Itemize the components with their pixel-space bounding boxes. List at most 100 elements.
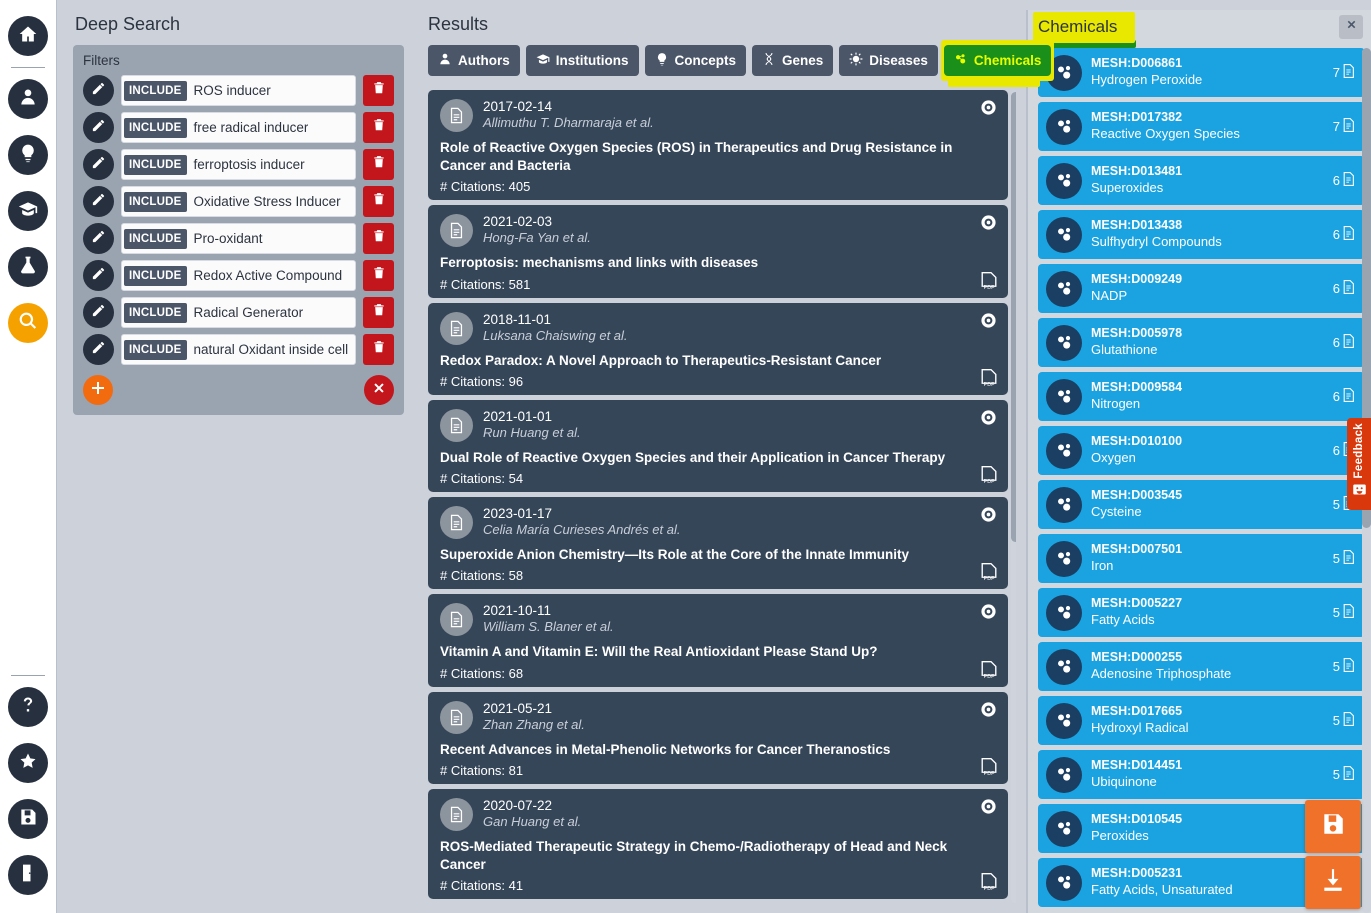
filter-mode-badge[interactable]: INCLUDE xyxy=(124,302,187,323)
filter-mode-badge[interactable]: INCLUDE xyxy=(124,154,187,175)
svg-text:PDF: PDF xyxy=(984,886,996,892)
filter-input[interactable]: INCLUDE Oxidative Stress Inducer xyxy=(121,186,356,217)
filter-input[interactable]: INCLUDE free radical inducer xyxy=(121,112,356,143)
tab-authors[interactable]: Authors xyxy=(428,45,520,76)
chemical-item[interactable]: MESH:D009249 NADP 6 xyxy=(1038,264,1365,313)
pdf-icon[interactable]: PDF xyxy=(980,271,998,291)
edit-filter-button[interactable] xyxy=(83,334,114,365)
preview-icon[interactable] xyxy=(980,798,997,815)
pdf-icon[interactable]: PDF xyxy=(980,660,998,680)
chemical-doc-count: 5 xyxy=(1333,550,1355,567)
edit-filter-button[interactable] xyxy=(83,149,114,180)
chemical-item[interactable]: MESH:D005227 Fatty Acids 5 xyxy=(1038,588,1365,637)
chemical-item[interactable]: MESH:D009584 Nitrogen 6 xyxy=(1038,372,1365,421)
experiments-button[interactable] xyxy=(8,247,48,287)
chemical-item[interactable]: MESH:D010100 Oxygen 6 xyxy=(1038,426,1365,475)
filter-mode-badge[interactable]: INCLUDE xyxy=(124,80,187,101)
result-card[interactable]: 2018-11-01 Luksana Chaiswing et al. Redox … xyxy=(428,302,1008,395)
preview-icon[interactable] xyxy=(980,312,997,329)
results-scrollbar-thumb[interactable] xyxy=(1011,92,1016,542)
tab-chemicals[interactable]: Chemicals xyxy=(943,45,1052,76)
save-session-button[interactable] xyxy=(8,799,48,839)
chemical-item[interactable]: MESH:D013481 Superoxides 6 xyxy=(1038,156,1365,205)
feedback-tab[interactable]: Feedback xyxy=(1347,418,1371,510)
academics-button[interactable] xyxy=(8,191,48,231)
chemical-item[interactable]: MESH:D005978 Glutathione 6 xyxy=(1038,318,1365,367)
clear-filters-button[interactable] xyxy=(364,375,394,405)
filter-mode-badge[interactable]: INCLUDE xyxy=(124,265,187,286)
filter-input[interactable]: INCLUDE Redox Active Compound xyxy=(121,260,356,291)
edit-filter-button[interactable] xyxy=(83,223,114,254)
delete-filter-button[interactable] xyxy=(363,223,394,254)
filter-input[interactable]: INCLUDE Radical Generator xyxy=(121,297,356,328)
filter-mode-badge[interactable]: INCLUDE xyxy=(124,117,187,138)
chemical-item[interactable]: MESH:D017382 Reactive Oxygen Species 7 xyxy=(1038,102,1365,151)
chemical-count-value: 6 xyxy=(1332,443,1340,458)
chemical-item[interactable]: MESH:D003545 Cysteine 5 xyxy=(1038,480,1365,529)
preview-icon[interactable] xyxy=(980,214,997,231)
result-card[interactable]: 2021-02-03 Hong-Fa Yan et al. Ferroptosis:… xyxy=(428,205,1008,298)
result-card[interactable]: 2021-01-01 Run Huang et al. Dual Role of R… xyxy=(428,399,1008,493)
pdf-icon[interactable]: PDF xyxy=(980,873,998,892)
result-card[interactable]: 2017-02-14 Allimuthu T. Dharmaraja et al.… xyxy=(428,90,1008,201)
pdf-icon[interactable]: PDF xyxy=(980,466,998,485)
delete-filter-button[interactable] xyxy=(363,260,394,291)
result-card[interactable]: 2021-10-11 William S. Blaner et al. Vitami… xyxy=(428,594,1008,687)
chemicals-list-viewport: MESH:D006861 Hydrogen Peroxide 7 MESH:D0173… xyxy=(1028,48,1371,913)
filter-input[interactable]: INCLUDE ROS inducer xyxy=(121,75,356,106)
tab-institutions[interactable]: Institutions xyxy=(525,45,639,76)
filter-mode-badge[interactable]: INCLUDE xyxy=(124,228,187,249)
preview-icon[interactable] xyxy=(980,603,997,620)
delete-filter-button[interactable] xyxy=(363,75,394,106)
preview-icon[interactable] xyxy=(980,99,997,116)
save-results-button[interactable] xyxy=(1305,800,1361,853)
chemical-item[interactable]: MESH:D007501 Iron 5 xyxy=(1038,534,1365,583)
favorites-button[interactable] xyxy=(8,743,48,783)
delete-filter-button[interactable] xyxy=(363,149,394,180)
add-filter-button[interactable] xyxy=(83,375,113,405)
home-button[interactable] xyxy=(8,16,48,56)
filter-mode-badge[interactable]: INCLUDE xyxy=(124,339,187,360)
tab-diseases[interactable]: Diseases xyxy=(839,45,938,76)
delete-filter-button[interactable] xyxy=(363,334,394,365)
preview-icon[interactable] xyxy=(980,409,997,426)
pdf-icon[interactable]: PDF xyxy=(980,757,998,777)
chemical-item[interactable]: MESH:D000255 Adenosine Triphosphate 5 xyxy=(1038,642,1365,691)
chemical-item[interactable]: MESH:D017665 Hydroxyl Radical 5 xyxy=(1038,696,1365,745)
profile-button[interactable] xyxy=(8,79,48,119)
chemical-item[interactable]: MESH:D014451 Ubiquinone 5 xyxy=(1038,750,1365,799)
delete-filter-button[interactable] xyxy=(363,186,394,217)
delete-filter-button[interactable] xyxy=(363,112,394,143)
preview-icon[interactable] xyxy=(980,506,997,523)
logout-button[interactable] xyxy=(8,855,48,895)
close-chemicals-panel-button[interactable] xyxy=(1339,15,1363,39)
edit-filter-button[interactable] xyxy=(83,75,114,106)
edit-filter-button[interactable] xyxy=(83,260,114,291)
search-button[interactable] xyxy=(8,303,48,343)
download-results-button[interactable] xyxy=(1305,856,1361,909)
filter-input[interactable]: INCLUDE ferroptosis inducer xyxy=(121,149,356,180)
result-card[interactable]: 2020-07-22 Gan Huang et al. ROS-Mediated T… xyxy=(428,788,1008,900)
filter-mode-badge[interactable]: INCLUDE xyxy=(124,191,187,212)
edit-filter-button[interactable] xyxy=(83,186,114,217)
result-card[interactable]: 2023-01-17 Celia María Curieses Andrés et… xyxy=(428,497,1008,590)
help-button[interactable] xyxy=(8,687,48,727)
chemical-item[interactable]: MESH:D006861 Hydrogen Peroxide 7 xyxy=(1038,48,1365,97)
filter-input[interactable]: INCLUDE natural Oxidant inside cell xyxy=(121,334,356,365)
tab-concepts[interactable]: Concepts xyxy=(644,45,747,76)
chemicals-panel: Chemicals MESH:D006861 Hydrogen Peroxide 7… xyxy=(1026,10,1371,913)
pdf-icon[interactable]: PDF xyxy=(980,563,998,582)
edit-filter-button[interactable] xyxy=(83,297,114,328)
result-card[interactable]: 2021-05-21 Zhan Zhang et al. Recent Advanc… xyxy=(428,691,1008,784)
filter-input[interactable]: INCLUDE Pro-oxidant xyxy=(121,223,356,254)
edit-filter-button[interactable] xyxy=(83,112,114,143)
preview-icon[interactable] xyxy=(980,701,997,718)
delete-filter-button[interactable] xyxy=(363,297,394,328)
file-count-icon xyxy=(1342,550,1355,567)
pdf-icon[interactable]: PDF xyxy=(980,368,998,388)
insights-button[interactable] xyxy=(8,135,48,175)
chemical-item[interactable]: MESH:D013438 Sulfhydryl Compounds 6 xyxy=(1038,210,1365,259)
tab-genes[interactable]: Genes xyxy=(752,45,834,76)
results-scrollbar[interactable] xyxy=(1011,90,1016,903)
chemical-doc-count: 6 xyxy=(1333,172,1355,189)
